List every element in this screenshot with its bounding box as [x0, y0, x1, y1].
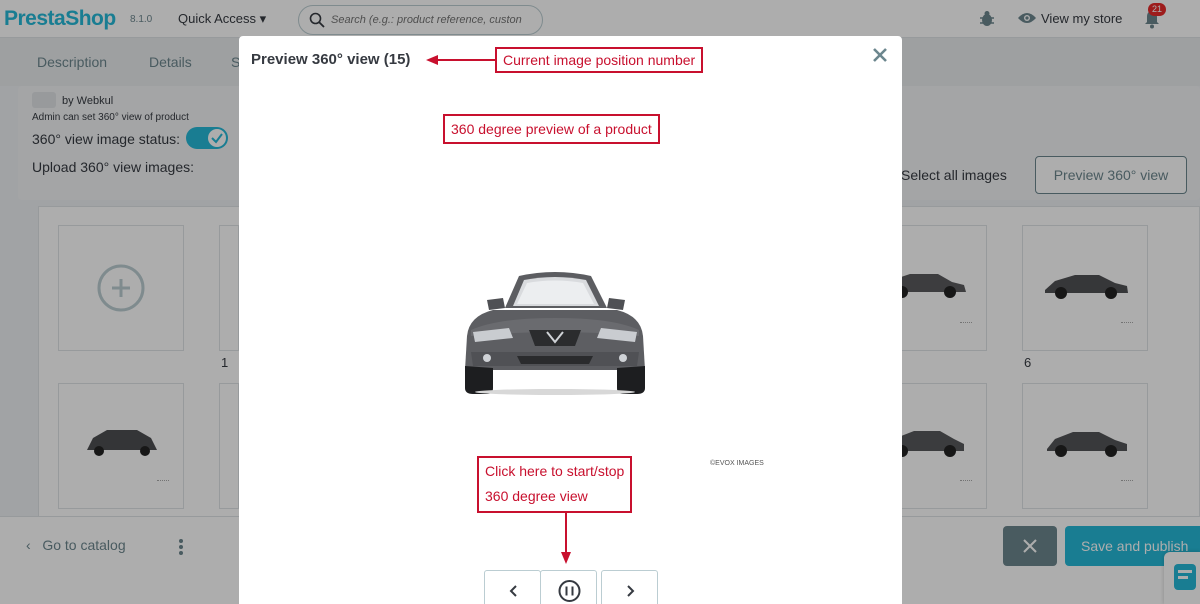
previous-image-button[interactable]: [484, 570, 541, 604]
modal-title: Preview 360° view (15): [251, 51, 411, 68]
annotation-position-number: Current image position number: [495, 47, 704, 73]
pause-icon: [558, 580, 581, 602]
annotation-start-stop-line1: Click here to start/stop: [485, 463, 625, 479]
image-watermark: ©EVOX IMAGES: [710, 460, 764, 467]
annotation-preview: 360 degree preview of a product: [443, 114, 660, 144]
close-icon[interactable]: [871, 46, 889, 64]
chevron-left-icon: [509, 585, 517, 597]
annotation-start-stop-line2: 360 degree view: [485, 488, 588, 504]
next-image-button[interactable]: [601, 570, 658, 604]
play-pause-button[interactable]: [540, 570, 597, 604]
product-360-image[interactable]: [457, 266, 653, 396]
chevron-right-icon: [627, 585, 635, 597]
annotation-start-stop: Click here to start/stop 360 degree view: [477, 456, 633, 513]
